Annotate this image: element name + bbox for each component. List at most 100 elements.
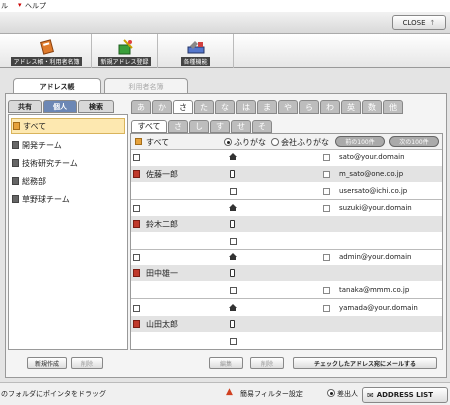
mobile-icon: [230, 220, 235, 228]
tab-personal[interactable]: 個人: [43, 100, 77, 113]
edit-button[interactable]: 編集: [209, 357, 243, 369]
window-title-bar: CLOSE ↑: [0, 12, 450, 34]
radio-company-furigana[interactable]: [271, 138, 279, 146]
home-icon-base: [230, 308, 236, 311]
kana-tab-ka[interactable]: か: [152, 100, 172, 114]
tab-users[interactable]: 利用者名簿: [104, 78, 188, 94]
kana-tab-wa[interactable]: わ: [320, 100, 340, 114]
menu-item-help[interactable]: ヘルプ: [25, 1, 46, 11]
email-address[interactable]: sato@your.domain: [339, 153, 405, 161]
kana-tab-other[interactable]: 他: [383, 100, 403, 114]
addressbook-button[interactable]: アドレス帳・利用者名簿: [2, 34, 92, 68]
office-icon: [230, 188, 237, 195]
delete-group-button[interactable]: 削除: [71, 357, 103, 369]
mobile-icon: [230, 269, 235, 277]
contact-name[interactable]: 鈴木二郎: [146, 219, 178, 230]
office-icon: [230, 238, 237, 245]
email-address[interactable]: tanaka@mmm.co.jp: [339, 286, 409, 294]
tab-search[interactable]: 検索: [78, 100, 114, 113]
kana-tab-eng[interactable]: 英: [341, 100, 361, 114]
address-list-button[interactable]: ✉ ADDRESS LIST: [362, 387, 448, 403]
new-address-button[interactable]: 新規アドレス登録: [92, 34, 158, 68]
status-bar: のフォルダにポインタをドラッグ ▲ 簡易フィルター設定 差出人 ✉ ADDRES…: [0, 382, 450, 405]
settings-button[interactable]: 各種機能: [158, 34, 234, 68]
sub-tab-so[interactable]: そ: [252, 120, 272, 133]
menu-item-partial[interactable]: ル: [1, 1, 8, 11]
kana-tab-ra[interactable]: ら: [299, 100, 319, 114]
filter-settings-link[interactable]: 簡易フィルター設定: [240, 389, 303, 399]
email-checkbox[interactable]: [323, 188, 330, 195]
email-checkbox[interactable]: [323, 205, 330, 212]
email-address[interactable]: suzuki@your.domain: [339, 204, 412, 212]
email-checkbox[interactable]: [323, 171, 330, 178]
home-icon-base: [230, 257, 236, 260]
next-page-button[interactable]: 次の100件: [389, 136, 439, 147]
kana-tab-ta[interactable]: た: [194, 100, 214, 114]
prev-page-button[interactable]: 前の100件: [335, 136, 385, 147]
kana-tab-a[interactable]: あ: [131, 100, 151, 114]
send-mail-button[interactable]: チェックしたアドレス宛にメールする: [293, 357, 437, 369]
office-icon: [230, 287, 237, 294]
email-address[interactable]: m_sato@one.co.jp: [339, 170, 403, 178]
kana-tab-na[interactable]: な: [215, 100, 235, 114]
contact-name[interactable]: 田中雄一: [146, 268, 178, 279]
tab-shared[interactable]: 共有: [8, 100, 42, 113]
sub-tab-sa[interactable]: さ: [168, 120, 188, 133]
divider: [131, 249, 442, 250]
sub-tab-su[interactable]: す: [210, 120, 230, 133]
addressbook-label: アドレス帳・利用者名簿: [11, 57, 82, 66]
group-item-all[interactable]: すべて: [11, 118, 125, 134]
close-button[interactable]: CLOSE ↑: [392, 15, 446, 30]
sub-tab-all[interactable]: すべて: [131, 120, 167, 133]
email-address[interactable]: usersato@ichi.co.jp: [339, 187, 407, 195]
group-item-dev[interactable]: 開発チーム: [11, 137, 125, 153]
folder-icon: [12, 159, 19, 167]
list-header-label: すべて: [146, 138, 170, 147]
radio-furigana-label: ふりがな: [234, 138, 266, 147]
menu-arrow-icon: ▾: [18, 1, 22, 9]
radio-furigana[interactable]: [224, 138, 232, 146]
up-arrow-icon: ↑: [429, 18, 436, 27]
folder-icon: [13, 122, 20, 130]
new-group-button[interactable]: 新規作成: [27, 357, 67, 369]
business-icon: [133, 205, 140, 212]
divider: [131, 298, 442, 299]
email-checkbox[interactable]: [323, 154, 330, 161]
email-address[interactable]: yamada@your.domain: [339, 304, 418, 312]
address-list-label: ADDRESS LIST: [376, 391, 434, 399]
filter-icon: ▲: [226, 387, 233, 397]
kana-tab-ya[interactable]: や: [278, 100, 298, 114]
kana-tab-ma[interactable]: ま: [257, 100, 277, 114]
email-checkbox[interactable]: [323, 254, 330, 261]
kana-tab-num[interactable]: 数: [362, 100, 382, 114]
email-address[interactable]: admin@your.domain: [339, 253, 411, 261]
contact-name[interactable]: 佐藤一郎: [146, 169, 178, 180]
folder-icon: [12, 195, 19, 203]
divider: [131, 199, 442, 200]
tab-addressbook[interactable]: アドレス帳: [13, 78, 101, 94]
home-icon-base: [230, 157, 236, 160]
email-checkbox[interactable]: [323, 305, 330, 312]
kana-tab-sa[interactable]: さ: [173, 100, 193, 114]
addressbook-icon: [39, 39, 54, 55]
delete-contact-button[interactable]: 削除: [250, 357, 284, 369]
person-icon: [133, 170, 140, 178]
email-checkbox[interactable]: [323, 287, 330, 294]
mobile-icon: [230, 170, 235, 178]
sub-tab-shi[interactable]: し: [189, 120, 209, 133]
group-item-baseball[interactable]: 草野球チーム: [11, 191, 125, 207]
business-icon: [133, 254, 140, 261]
radio-company-furigana-label: 会社ふりがな: [281, 138, 329, 147]
group-list: すべて 開発チーム 技術研究チーム 総務部 草野球チーム: [8, 114, 128, 350]
office-icon: [230, 338, 237, 345]
sub-tab-se[interactable]: せ: [231, 120, 251, 133]
new-address-icon: [118, 39, 133, 55]
toolbar: アドレス帳・利用者名簿 新規アドレス登録 各種機能: [0, 34, 450, 68]
group-item-general[interactable]: 総務部: [11, 173, 125, 189]
person-icon: [133, 220, 140, 228]
radio-sender-label: 差出人: [337, 390, 358, 398]
contact-name[interactable]: 山田太郎: [146, 319, 178, 330]
kana-tab-ha[interactable]: は: [236, 100, 256, 114]
group-item-research[interactable]: 技術研究チーム: [11, 155, 125, 171]
radio-sender[interactable]: [327, 389, 335, 397]
